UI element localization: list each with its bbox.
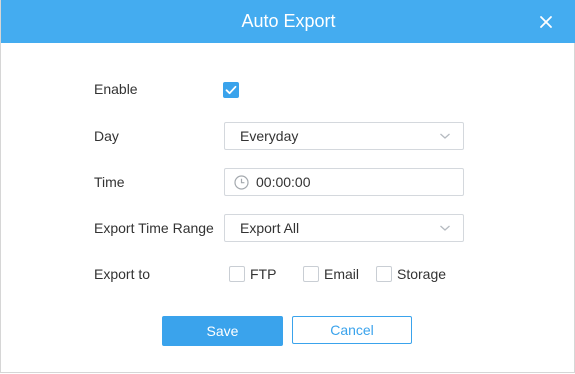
day-label: Day (94, 128, 119, 144)
ftp-label: FTP (250, 266, 277, 282)
clock-icon (234, 175, 249, 190)
dialog-titlebar: Auto Export (1, 0, 575, 43)
checkmark-icon (225, 85, 237, 95)
email-checkbox[interactable] (303, 266, 319, 282)
export-to-label: Export to (94, 266, 151, 282)
storage-label: Storage (397, 266, 447, 282)
save-button[interactable]: Save (162, 316, 283, 346)
cancel-button[interactable]: Cancel (292, 316, 412, 344)
email-label: Email (324, 266, 360, 282)
time-value: 00:00:00 (256, 174, 311, 190)
auto-export-dialog: Auto Export Enable Day Everyday Time 00:… (0, 0, 575, 373)
export-time-range-value: Export All (240, 220, 300, 236)
day-select[interactable]: Everyday (224, 122, 464, 150)
export-time-range-select[interactable]: Export All (224, 214, 464, 242)
day-select-value: Everyday (240, 128, 299, 144)
ftp-checkbox[interactable] (229, 266, 245, 282)
chevron-down-icon (440, 133, 450, 139)
chevron-down-icon (440, 225, 450, 231)
close-icon[interactable] (536, 12, 556, 32)
dialog-title: Auto Export (241, 11, 336, 31)
enable-label: Enable (94, 81, 138, 97)
enable-checkbox[interactable] (223, 82, 239, 98)
export-time-range-label: Export Time Range (94, 220, 214, 236)
time-input[interactable]: 00:00:00 (224, 168, 464, 196)
storage-checkbox[interactable] (376, 266, 392, 282)
time-label: Time (94, 174, 125, 190)
